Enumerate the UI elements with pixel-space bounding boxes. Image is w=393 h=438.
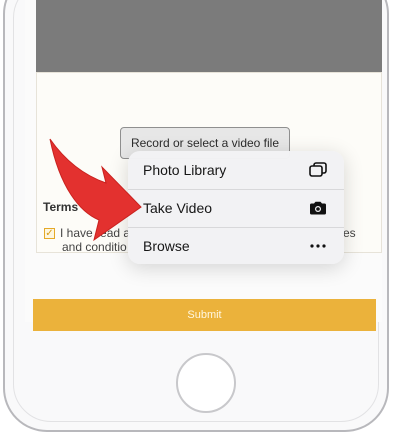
terms-text-tail: es [343, 226, 356, 240]
video-preview [36, 0, 382, 72]
menu-item-label: Take Video [143, 200, 213, 216]
camera-icon [308, 198, 328, 218]
menu-item-take-video[interactable]: Take Video [128, 189, 344, 226]
home-button[interactable] [176, 353, 236, 413]
pointer-arrow-icon [49, 138, 142, 242]
file-picker-menu: Photo Library Take Video Browse [128, 151, 344, 264]
menu-item-label: Photo Library [143, 161, 227, 178]
menu-item-browse[interactable]: Browse [128, 227, 344, 264]
more-icon [308, 236, 328, 256]
photo-library-icon [308, 160, 328, 180]
submit-button[interactable]: Submit [33, 299, 376, 331]
menu-item-photo-library[interactable]: Photo Library [128, 151, 344, 188]
menu-item-label: Browse [143, 238, 190, 254]
